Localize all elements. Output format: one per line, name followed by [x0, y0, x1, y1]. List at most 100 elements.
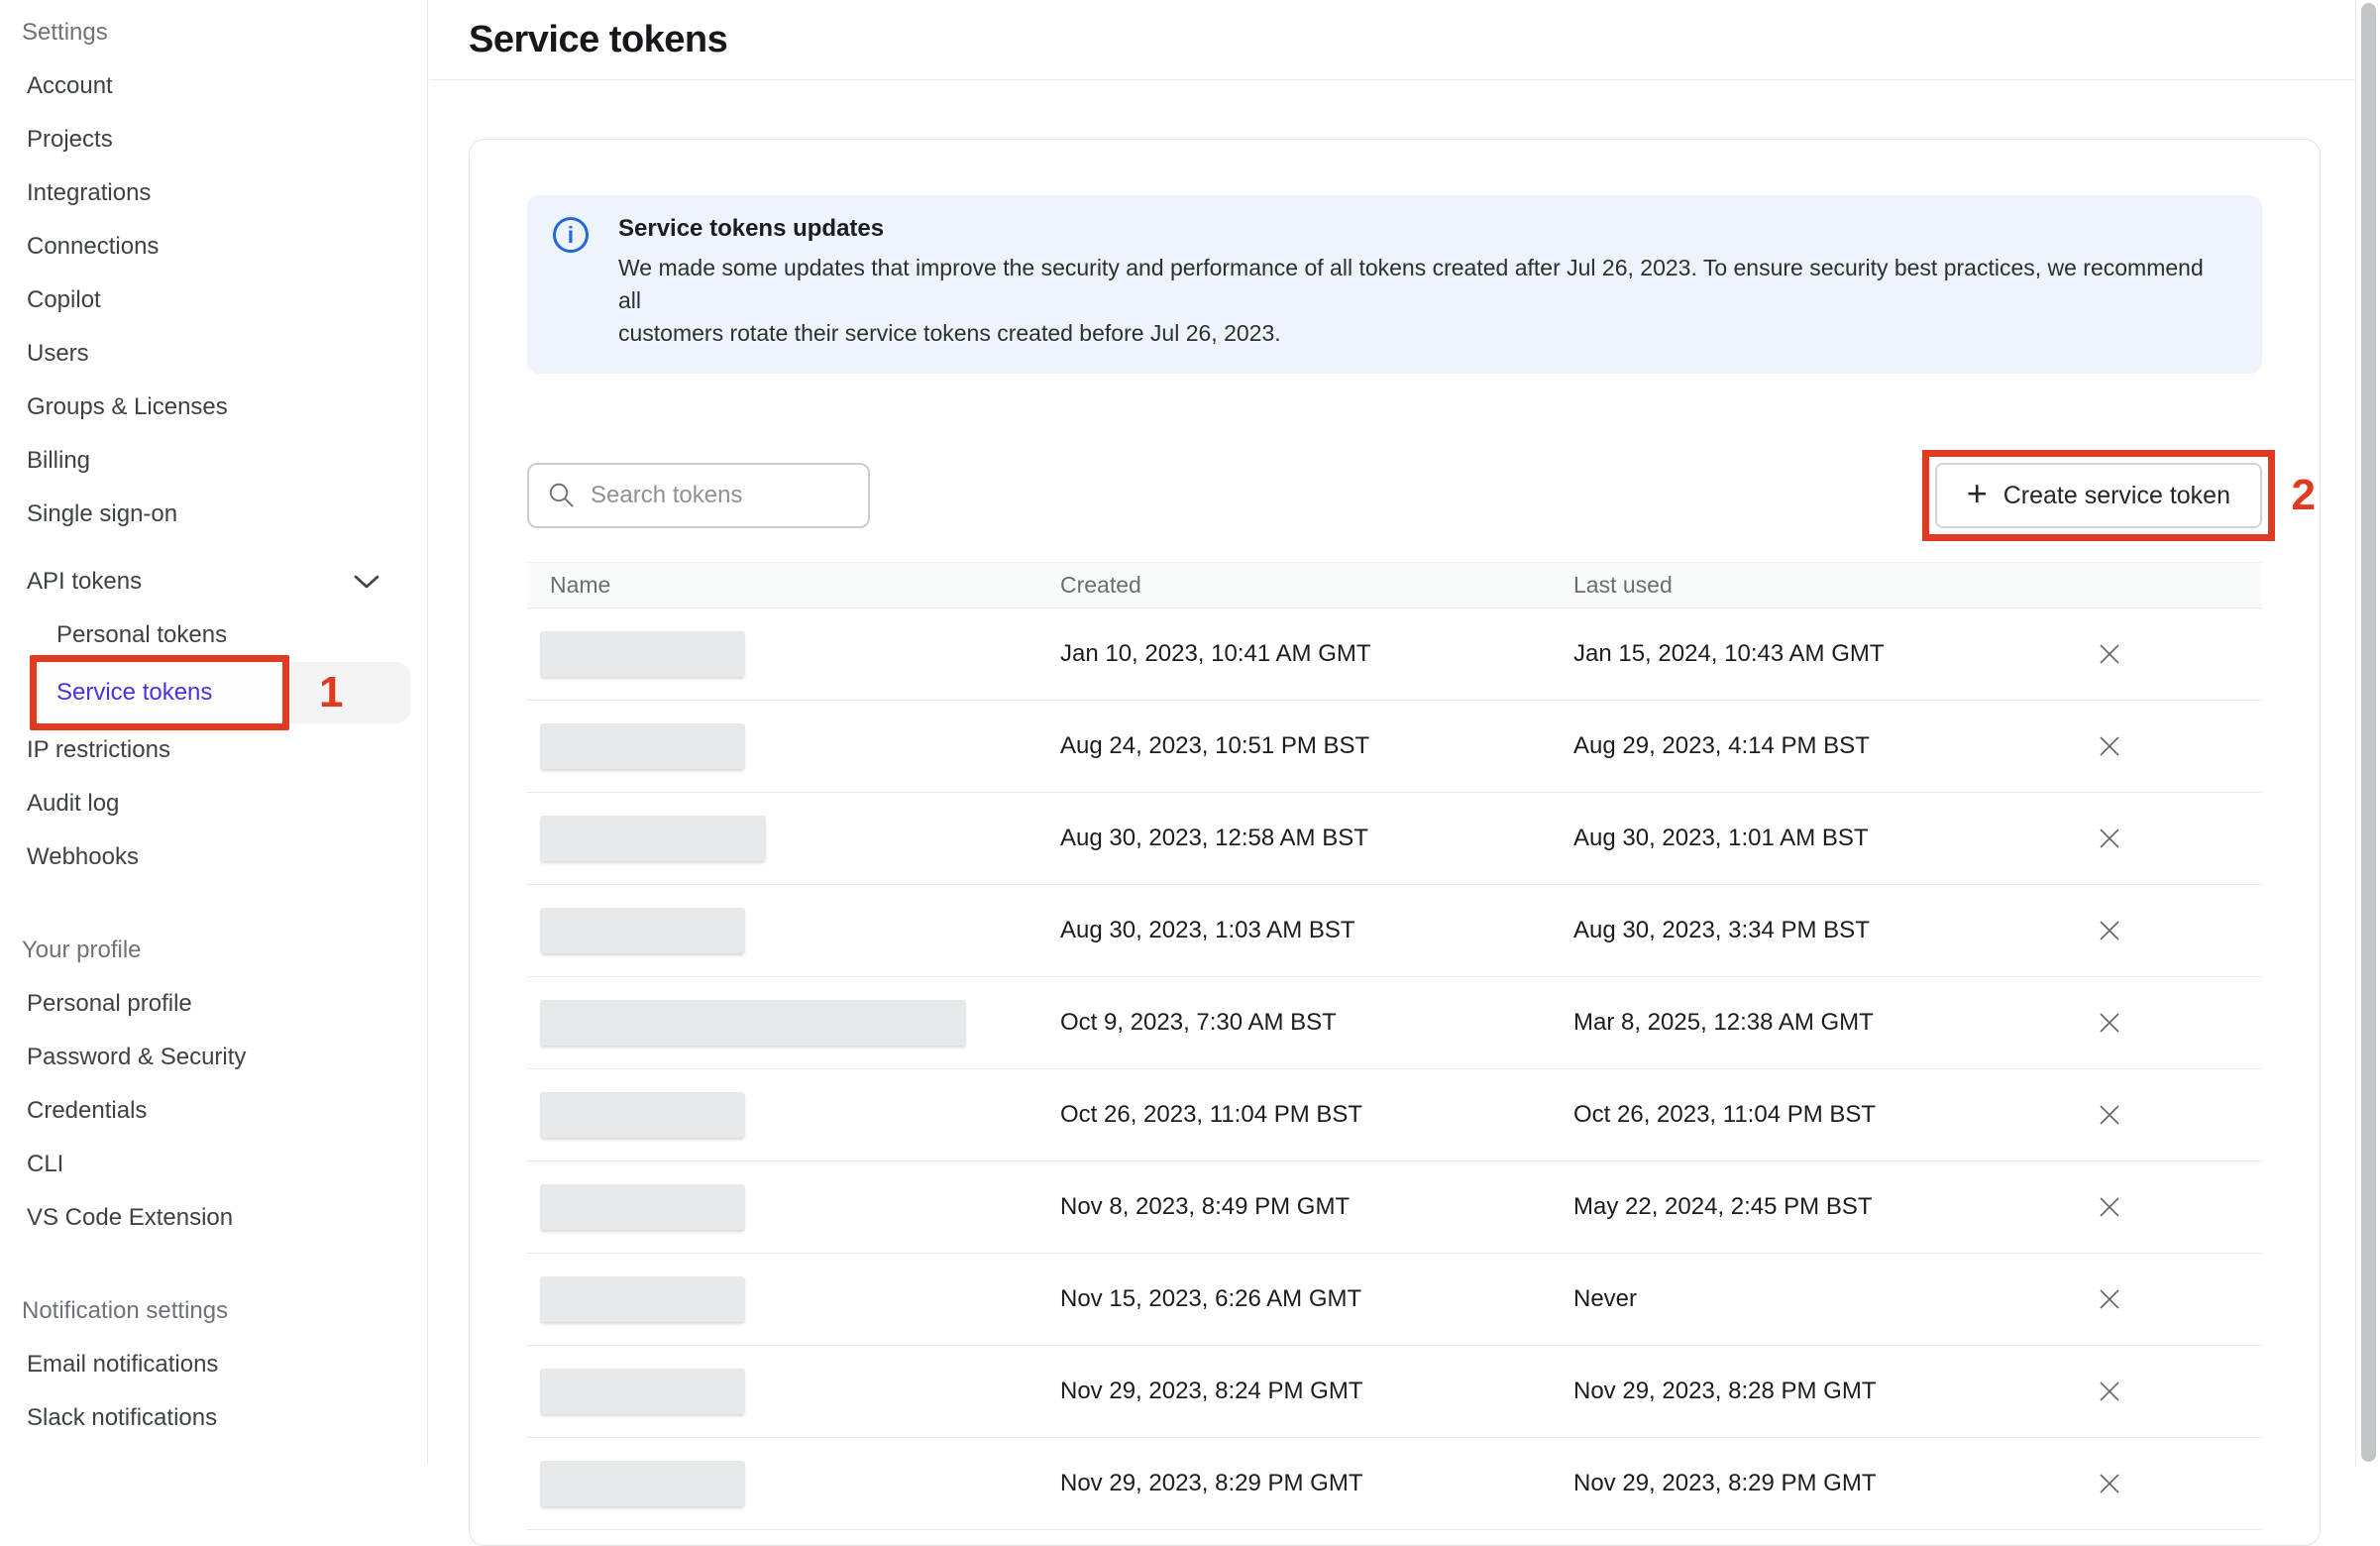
- delete-token-button[interactable]: [2097, 1010, 2122, 1036]
- sidebar-item-billing[interactable]: Billing: [0, 434, 427, 488]
- banner-title: Service tokens updates: [618, 215, 2232, 243]
- sidebar-item-projects[interactable]: Projects: [0, 113, 427, 166]
- sidebar-item-users[interactable]: Users: [0, 327, 427, 381]
- table-row: Nov 29, 2023, 8:29 PM GMTNov 29, 2023, 8…: [527, 1438, 2262, 1530]
- sidebar-item-audit-log[interactable]: Audit log: [0, 777, 427, 830]
- sidebar-item-label: Webhooks: [27, 843, 139, 871]
- redacted-token-name: [540, 723, 745, 769]
- table-row: Jan 10, 2023, 10:41 AM GMTJan 15, 2024, …: [527, 608, 2262, 701]
- sidebar-item-api-tokens[interactable]: API tokens: [0, 555, 427, 608]
- sidebar-item-label: IP restrictions: [27, 736, 170, 764]
- sidebar-item-label: Settings: [22, 19, 108, 47]
- created-cell: Nov 29, 2023, 8:29 PM GMT: [1060, 1470, 1573, 1497]
- sidebar-item-label: Billing: [27, 447, 90, 475]
- actions-cell: [2097, 1102, 2262, 1128]
- scrollbar-thumb[interactable]: [2361, 3, 2376, 1462]
- table-body: Jan 10, 2023, 10:41 AM GMTJan 15, 2024, …: [527, 608, 2262, 1530]
- sidebar-item-label: Connections: [27, 233, 159, 261]
- column-header-last-used: Last used: [1573, 572, 2097, 599]
- sidebar-item-label: Audit log: [27, 790, 119, 818]
- sidebar-item-account[interactable]: Account: [0, 59, 427, 113]
- sidebar-item-label: Integrations: [27, 179, 151, 207]
- name-cell: [527, 631, 1060, 677]
- created-cell: Jan 10, 2023, 10:41 AM GMT: [1060, 640, 1573, 668]
- sidebar-item-integrations[interactable]: Integrations: [0, 166, 427, 220]
- sidebar-item-vs-code-extension[interactable]: VS Code Extension: [0, 1191, 427, 1245]
- last-used-cell: May 22, 2024, 2:45 PM BST: [1573, 1193, 2097, 1221]
- sidebar-item-credentials[interactable]: Credentials: [0, 1084, 427, 1138]
- page-title: Service tokens: [469, 19, 727, 61]
- table-row: Nov 15, 2023, 6:26 AM GMTNever: [527, 1254, 2262, 1346]
- search-icon: [547, 481, 577, 510]
- delete-token-button[interactable]: [2097, 1471, 2122, 1496]
- actions-cell: [2097, 641, 2262, 667]
- sidebar-item-single-sign-on[interactable]: Single sign-on: [0, 488, 427, 541]
- vertical-scrollbar[interactable]: [2355, 0, 2380, 1465]
- sidebar-item-webhooks[interactable]: Webhooks: [0, 830, 427, 884]
- created-cell: Oct 26, 2023, 11:04 PM BST: [1060, 1101, 1573, 1129]
- last-used-cell: Aug 30, 2023, 1:01 AM BST: [1573, 825, 2097, 852]
- delete-token-button[interactable]: [2097, 1286, 2122, 1312]
- table-row: Aug 24, 2023, 10:51 PM BSTAug 29, 2023, …: [527, 701, 2262, 793]
- sidebar-item-connections[interactable]: Connections: [0, 220, 427, 274]
- sidebar-item-label: Slack notifications: [27, 1404, 217, 1432]
- delete-token-button[interactable]: [2097, 733, 2122, 759]
- created-cell: Aug 30, 2023, 1:03 AM BST: [1060, 917, 1573, 944]
- sidebar-item-label: Your profile: [22, 937, 142, 964]
- delete-token-button[interactable]: [2097, 1194, 2122, 1220]
- banner-body-line-1: We made some updates that improve the se…: [618, 252, 2232, 317]
- sidebar-section-settings: Settings: [0, 6, 427, 59]
- search-input[interactable]: [527, 463, 870, 528]
- create-service-token-button[interactable]: + Create service token: [1935, 463, 2262, 528]
- sidebar-item-personal-tokens[interactable]: Personal tokens: [0, 608, 427, 662]
- sidebar-item-copilot[interactable]: Copilot: [0, 274, 427, 327]
- sidebar-item-groups-licenses[interactable]: Groups & Licenses: [0, 381, 427, 434]
- search-box: [527, 463, 870, 528]
- sidebar-item-service-tokens[interactable]: Service tokens1: [0, 662, 427, 723]
- sidebar-item-label: Service tokens: [56, 679, 212, 707]
- sidebar-section-your-profile: Your profile: [0, 924, 427, 977]
- table-row: Nov 8, 2023, 8:49 PM GMTMay 22, 2024, 2:…: [527, 1161, 2262, 1254]
- last-used-cell: Mar 8, 2025, 12:38 AM GMT: [1573, 1009, 2097, 1037]
- last-used-cell: Nov 29, 2023, 8:28 PM GMT: [1573, 1378, 2097, 1405]
- settings-sidebar: Settings Account Projects Integrations Conne…: [0, 0, 428, 1465]
- sidebar-section-notification-settings: Notification settings: [0, 1284, 427, 1338]
- name-cell: [527, 1276, 1060, 1322]
- name-cell: [527, 1000, 1060, 1046]
- delete-token-button[interactable]: [2097, 826, 2122, 851]
- sidebar-item-cli[interactable]: CLI: [0, 1138, 427, 1191]
- created-cell: Nov 8, 2023, 8:49 PM GMT: [1060, 1193, 1573, 1221]
- created-cell: Nov 15, 2023, 6:26 AM GMT: [1060, 1285, 1573, 1313]
- info-banner: i Service tokens updates We made some up…: [527, 195, 2262, 374]
- redacted-token-name: [540, 816, 766, 861]
- delete-token-button[interactable]: [2097, 1379, 2122, 1404]
- created-cell: Aug 30, 2023, 12:58 AM BST: [1060, 825, 1573, 852]
- redacted-token-name: [540, 1000, 966, 1046]
- tokens-table: NameCreatedLast used Jan 10, 2023, 10:41…: [527, 562, 2262, 1530]
- sidebar-item-email-notifications[interactable]: Email notifications: [0, 1338, 427, 1391]
- actions-cell: [2097, 733, 2262, 759]
- sidebar-item-personal-profile[interactable]: Personal profile: [0, 977, 427, 1031]
- actions-cell: [2097, 1194, 2262, 1220]
- table-row: Oct 9, 2023, 7:30 AM BSTMar 8, 2025, 12:…: [527, 977, 2262, 1069]
- sidebar-item-label: Groups & Licenses: [27, 393, 228, 421]
- sidebar-item-slack-notifications[interactable]: Slack notifications: [0, 1391, 427, 1445]
- info-icon: i: [553, 217, 589, 253]
- sidebar-item-ip-restrictions[interactable]: IP restrictions: [0, 723, 427, 777]
- actions-cell: [2097, 1010, 2262, 1036]
- sidebar-item-password-security[interactable]: Password & Security: [0, 1031, 427, 1084]
- last-used-cell: Nov 29, 2023, 8:29 PM GMT: [1573, 1470, 2097, 1497]
- delete-token-button[interactable]: [2097, 641, 2122, 667]
- last-used-cell: Aug 30, 2023, 3:34 PM BST: [1573, 917, 2097, 944]
- delete-token-button[interactable]: [2097, 1102, 2122, 1128]
- name-cell: [527, 1092, 1060, 1138]
- sidebar-item-label: Account: [27, 72, 113, 100]
- table-row: Aug 30, 2023, 12:58 AM BSTAug 30, 2023, …: [527, 793, 2262, 885]
- main-content: Service tokens i Service tokens updates …: [429, 0, 2380, 1465]
- name-cell: [527, 1369, 1060, 1414]
- sidebar-item-label: VS Code Extension: [27, 1204, 233, 1232]
- actions-cell: [2097, 918, 2262, 943]
- redacted-token-name: [540, 1276, 745, 1322]
- actions-cell: [2097, 1471, 2262, 1496]
- delete-token-button[interactable]: [2097, 918, 2122, 943]
